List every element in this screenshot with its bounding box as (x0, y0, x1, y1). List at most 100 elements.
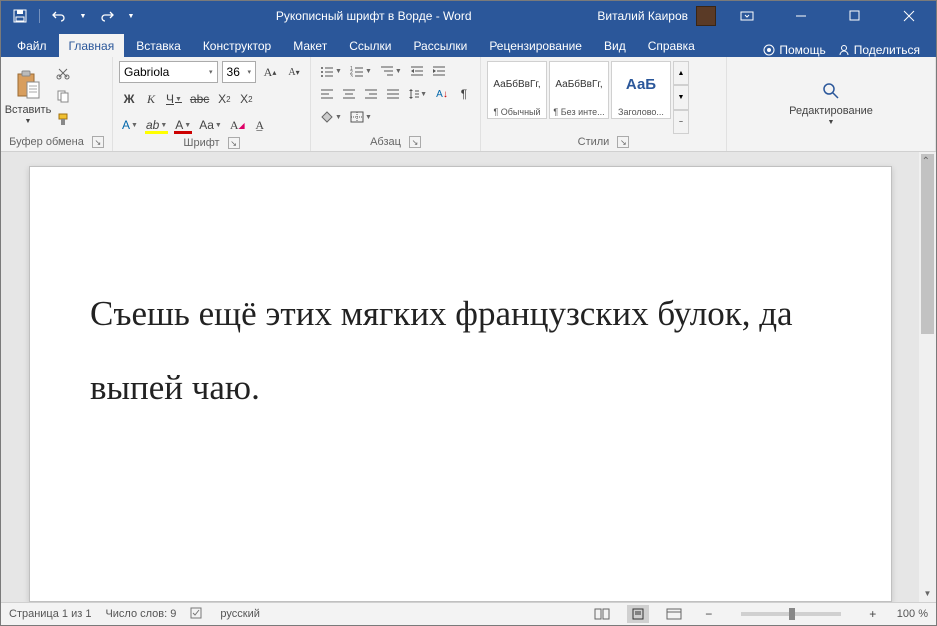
show-marks-icon[interactable]: ¶ (454, 84, 474, 104)
user-area: Виталий Каиров (597, 1, 936, 31)
web-layout-icon[interactable] (663, 605, 685, 623)
tell-me[interactable]: Помощь (763, 43, 825, 57)
tab-design[interactable]: Конструктор (193, 34, 281, 57)
align-right-icon[interactable] (361, 84, 381, 104)
clipboard-label: Буфер обмена (9, 136, 84, 148)
strike-button[interactable]: abc (187, 89, 212, 109)
italic-button[interactable]: К (141, 89, 161, 109)
zoom-level[interactable]: 100 % (897, 608, 928, 620)
close-button[interactable] (886, 1, 932, 31)
styles-gallery-nav: ▲ ▼ ⎯ (673, 61, 689, 134)
cut-icon[interactable] (53, 63, 73, 83)
styles-down-icon[interactable]: ▼ (673, 85, 689, 109)
maximize-button[interactable] (832, 1, 878, 31)
text-effects-icon[interactable]: A▼ (119, 115, 141, 135)
zoom-in-button[interactable]: + (863, 604, 883, 624)
zoom-slider[interactable] (741, 612, 841, 616)
font-label: Шрифт (183, 137, 219, 149)
vertical-scrollbar[interactable]: ▲ ▼ (919, 152, 936, 602)
scroll-down-icon[interactable]: ▼ (919, 585, 936, 602)
copy-icon[interactable] (53, 86, 73, 106)
ribbon-tabs: Файл Главная Вставка Конструктор Макет С… (1, 31, 936, 57)
bullets-icon[interactable]: ▼ (317, 61, 345, 81)
zoom-out-button[interactable]: − (699, 604, 719, 624)
undo-icon[interactable] (50, 7, 68, 25)
paste-button[interactable]: Вставить ▼ (7, 61, 49, 134)
tab-file[interactable]: Файл (7, 34, 57, 57)
style-heading[interactable]: АаБ Заголово... (611, 61, 671, 119)
tab-insert[interactable]: Вставка (126, 34, 191, 57)
subscript-button[interactable]: X2 (214, 89, 234, 109)
shading-icon[interactable]: ▼ (317, 107, 345, 127)
tab-review[interactable]: Рецензирование (479, 34, 592, 57)
font-name-combo[interactable]: Gabriola▾ (119, 61, 218, 83)
group-editing: Редактирование ▼ (727, 57, 936, 151)
print-layout-icon[interactable] (627, 605, 649, 623)
collapse-ribbon-icon[interactable]: ⌃ (922, 156, 930, 167)
clipboard-dialog-icon[interactable]: ↘ (92, 136, 104, 148)
document-area: Съешь ещё этих мягких французских булок,… (1, 152, 936, 602)
grow-font-icon[interactable]: A▴ (260, 62, 280, 82)
ribbon: Вставить ▼ Буфер обмена ↘ Gabriola▾ 36▾ A… (1, 57, 936, 152)
status-page[interactable]: Страница 1 из 1 (9, 608, 91, 620)
paragraph-label: Абзац (370, 136, 401, 148)
quick-access-toolbar: ▼ ▼ (1, 7, 150, 25)
tab-references[interactable]: Ссылки (339, 34, 401, 57)
redo-icon[interactable] (98, 7, 116, 25)
group-styles: АаБбВвГг, ¶ Обычный АаБбВвГг, ¶ Без инте… (481, 57, 727, 151)
read-mode-icon[interactable] (591, 605, 613, 623)
tab-mailings[interactable]: Рассылки (403, 34, 477, 57)
paragraph-dialog-icon[interactable]: ↘ (409, 136, 421, 148)
line-spacing-icon[interactable]: ▼ (405, 84, 430, 104)
proofing-icon[interactable] (190, 606, 206, 623)
zoom-handle[interactable] (789, 608, 795, 620)
minimize-button[interactable] (778, 1, 824, 31)
styles-expand-icon[interactable]: ⎯ (673, 110, 689, 134)
decrease-indent-icon[interactable] (407, 61, 427, 81)
font-color-icon[interactable]: A▼ (172, 115, 194, 135)
scroll-thumb[interactable] (921, 154, 934, 334)
format-painter-icon[interactable] (53, 109, 73, 129)
ribbon-options-icon[interactable] (724, 1, 770, 31)
styles-label: Стили (578, 136, 610, 148)
font-dialog-icon[interactable]: ↘ (228, 137, 240, 149)
superscript-button[interactable]: X2 (236, 89, 256, 109)
document-page[interactable]: Съешь ещё этих мягких французских булок,… (29, 166, 892, 602)
align-center-icon[interactable] (339, 84, 359, 104)
enclose-char-icon[interactable]: A̲ (250, 115, 270, 135)
tab-home[interactable]: Главная (59, 34, 125, 57)
justify-icon[interactable] (383, 84, 403, 104)
status-language[interactable]: русский (220, 608, 259, 620)
style-no-spacing[interactable]: АаБбВвГг, ¶ Без инте... (549, 61, 609, 119)
undo-dropdown-icon[interactable]: ▼ (74, 7, 92, 25)
clear-format-icon[interactable]: A◢ (227, 115, 248, 135)
status-words[interactable]: Число слов: 9 (105, 608, 176, 620)
share-button[interactable]: Поделиться (838, 43, 920, 57)
borders-icon[interactable]: ▼ (347, 107, 375, 127)
paste-label: Вставить (5, 104, 52, 116)
editing-label: Редактирование (789, 105, 873, 117)
user-avatar[interactable] (696, 6, 716, 26)
user-name[interactable]: Виталий Каиров (597, 9, 688, 23)
save-icon[interactable] (11, 7, 29, 25)
styles-up-icon[interactable]: ▲ (673, 61, 689, 85)
bold-button[interactable]: Ж (119, 89, 139, 109)
underline-button[interactable]: Ч▼ (163, 89, 185, 109)
shrink-font-icon[interactable]: A▾ (284, 62, 304, 82)
tab-view[interactable]: Вид (594, 34, 636, 57)
style-normal[interactable]: АаБбВвГг, ¶ Обычный (487, 61, 547, 119)
find-button[interactable]: Редактирование ▼ (810, 61, 852, 146)
document-text[interactable]: Съешь ещё этих мягких французских булок,… (90, 277, 831, 424)
multilevel-icon[interactable]: ▼ (377, 61, 405, 81)
increase-indent-icon[interactable] (429, 61, 449, 81)
change-case-button[interactable]: Aa▼ (196, 115, 225, 135)
numbering-icon[interactable]: 123▼ (347, 61, 375, 81)
highlight-icon[interactable]: ab▼ (143, 115, 170, 135)
qat-customize-icon[interactable]: ▼ (122, 7, 140, 25)
styles-dialog-icon[interactable]: ↘ (617, 136, 629, 148)
align-left-icon[interactable] (317, 84, 337, 104)
tab-help[interactable]: Справка (638, 34, 705, 57)
font-size-combo[interactable]: 36▾ (222, 61, 256, 83)
tab-layout[interactable]: Макет (283, 34, 337, 57)
sort-icon[interactable]: A↓ (432, 84, 452, 104)
